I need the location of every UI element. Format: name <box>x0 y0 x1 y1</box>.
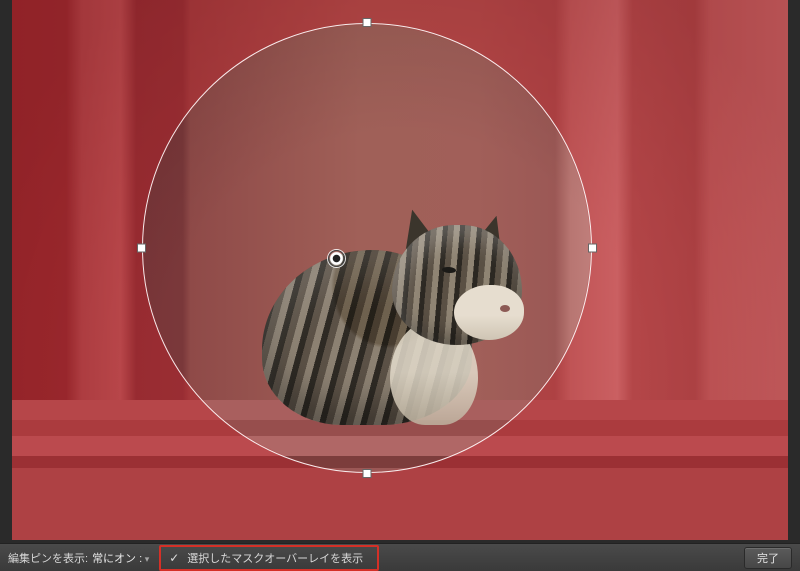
edit-pin[interactable] <box>328 250 345 267</box>
ellipse-handle-right[interactable] <box>588 244 597 253</box>
ellipse-handle-left[interactable] <box>137 244 146 253</box>
ellipse-outline[interactable] <box>142 23 592 473</box>
done-button[interactable]: 完了 <box>744 547 792 569</box>
pin-show-label: 編集ピンを表示: <box>8 550 88 566</box>
ellipse-handle-bottom[interactable] <box>363 469 372 478</box>
show-mask-overlay-label: 選択したマスクオーバーレイを表示 <box>187 550 363 566</box>
ellipse-handle-top[interactable] <box>363 18 372 27</box>
bottom-toolbar: 編集ピンを表示: 常にオン : ✓ 選択したマスクオーバーレイを表示 完了 <box>0 543 800 571</box>
checkmark-icon: ✓ <box>169 551 181 565</box>
show-mask-overlay-checkbox[interactable]: ✓ 選択したマスクオーバーレイを表示 <box>159 545 379 571</box>
image-canvas[interactable] <box>12 0 788 540</box>
pin-show-dropdown[interactable]: 常にオン : <box>92 550 149 566</box>
radial-filter-ellipse[interactable] <box>142 23 592 473</box>
